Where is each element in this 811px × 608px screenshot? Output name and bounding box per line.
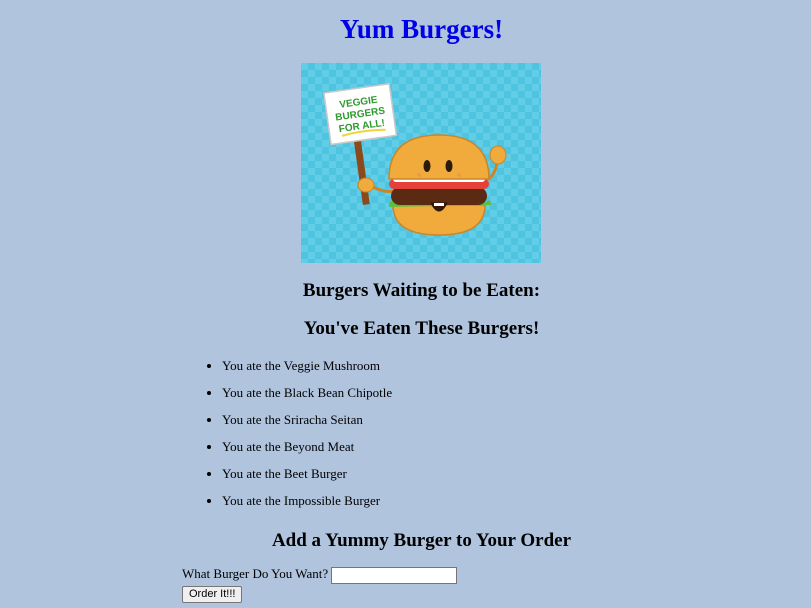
page-title: Yum Burgers! bbox=[339, 14, 504, 44]
list-item: You ate the Sriracha Seitan bbox=[222, 410, 392, 437]
list-item: You ate the Beyond Meat bbox=[222, 437, 392, 464]
left-eye bbox=[423, 160, 431, 172]
list-item: You ate the Impossible Burger bbox=[222, 491, 392, 518]
veggie-burger-image: VEGGIE BURGERS FOR ALL! bbox=[301, 63, 541, 263]
burger-name-label: What Burger Do You Want? bbox=[182, 566, 329, 581]
order-form: What Burger Do You Want? Order It!!! bbox=[182, 566, 458, 603]
waiting-heading: Burgers Waiting to be Eaten: bbox=[302, 280, 541, 301]
right-fist bbox=[489, 145, 507, 165]
right-eye bbox=[445, 160, 453, 172]
list-item: You ate the Veggie Mushroom bbox=[222, 356, 392, 383]
burger-name-input[interactable] bbox=[331, 566, 458, 584]
add-burger-heading: Add a Yummy Burger to Your Order bbox=[271, 530, 572, 551]
eaten-heading: You've Eaten These Burgers! bbox=[303, 318, 540, 339]
protest-sign: VEGGIE BURGERS FOR ALL! bbox=[323, 82, 398, 146]
eaten-burgers-list: You ate the Veggie Mushroom You ate the … bbox=[182, 356, 392, 518]
patty bbox=[391, 187, 487, 205]
left-hand bbox=[357, 177, 375, 193]
order-button[interactable]: Order It!!! bbox=[182, 585, 243, 603]
list-item: You ate the Beet Burger bbox=[222, 464, 392, 491]
list-item: You ate the Black Bean Chipotle bbox=[222, 383, 392, 410]
